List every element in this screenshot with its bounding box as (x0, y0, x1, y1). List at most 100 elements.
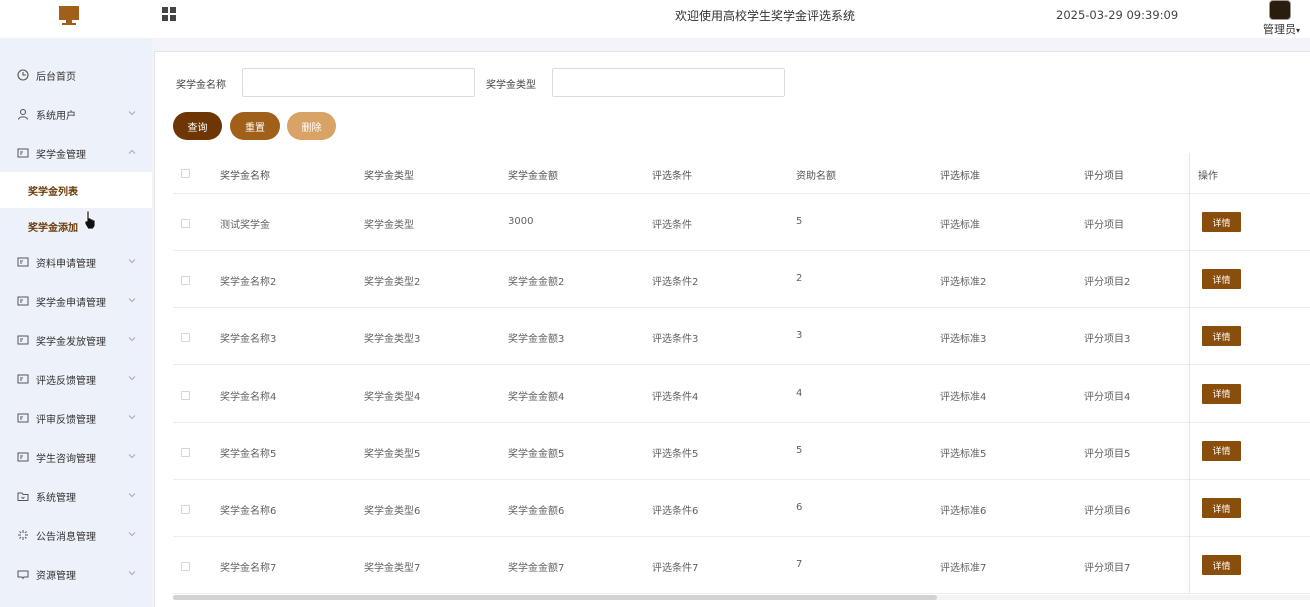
scholarship-name-input[interactable] (242, 68, 475, 97)
detail-button[interactable]: 详情 (1202, 498, 1241, 518)
row-divider (173, 307, 1310, 309)
sidebar-item[interactable]: 资料申请管理 (0, 245, 152, 279)
card-icon (17, 412, 29, 424)
table-cell: 奖学金类型5 (364, 448, 421, 460)
table-cell: 奖学金金额6 (508, 506, 565, 517)
card-icon (17, 295, 29, 307)
detail-button[interactable]: 详情 (1202, 326, 1241, 347)
table-cell: 奖学金金额2 (508, 277, 565, 289)
card-icon (17, 256, 29, 268)
scrollbar-thumb[interactable] (173, 595, 937, 600)
column-header: 奖学金名称 (220, 171, 270, 182)
sidebar-item-label: 公告消息管理 (36, 531, 96, 543)
system-title: 欢迎使用高校学生奖学金评选系统 (674, 9, 855, 23)
table-cell: 评选标准4 (940, 391, 987, 403)
sidebar-item[interactable]: 奖学金发放管理 (0, 323, 152, 357)
select-all-checkbox[interactable] (181, 169, 190, 178)
sidebar-item[interactable]: 评审反馈管理 (0, 401, 152, 435)
table-cell: 3 (796, 330, 803, 342)
user-name[interactable]: 管理员 (1263, 23, 1296, 36)
chevron-down-icon (128, 376, 136, 381)
sidebar-item[interactable]: 后台首页 (0, 58, 152, 92)
submenu-scholarship-add[interactable]: 奖学金添加 (0, 208, 152, 244)
table-cell: 评分项目 (1084, 220, 1124, 231)
sidebar-item-label: 学生咨询管理 (36, 453, 96, 465)
table-cell: 评选标准5 (940, 448, 987, 460)
folder-icon (17, 490, 29, 502)
monitor-logo-icon (59, 6, 79, 25)
table-cell: 评选标准 (940, 220, 980, 231)
sidebar-item[interactable]: 资源管理 (0, 557, 152, 591)
sidebar-item[interactable]: 系统用户 (0, 97, 152, 131)
column-header: 奖学金金额 (508, 171, 558, 182)
reset-button[interactable]: 重置 (230, 112, 280, 140)
column-header: 奖学金类型 (364, 171, 414, 182)
row-checkbox[interactable] (181, 562, 190, 572)
sidebar-item[interactable]: 奖学金管理 (0, 136, 152, 170)
horizontal-scrollbar[interactable] (173, 595, 1310, 600)
table-cell: 奖学金金额3 (508, 334, 565, 346)
row-checkbox[interactable] (181, 505, 190, 514)
row-divider (173, 421, 1310, 423)
chevron-down-icon (128, 111, 136, 116)
operation-column-divider (1189, 153, 1190, 593)
table-cell: 5 (796, 444, 803, 456)
chevron-down-icon (128, 298, 136, 303)
sidebar-item-label: 系统管理 (36, 492, 76, 504)
table-cell: 奖学金名称5 (220, 448, 277, 460)
scholarship-type-input[interactable] (552, 68, 785, 97)
row-checkbox[interactable] (181, 276, 190, 286)
user-avatar[interactable] (1269, 0, 1291, 20)
sidebar-item-label: 奖学金申请管理 (36, 297, 106, 309)
table-cell: 奖学金类型 (364, 220, 414, 231)
card-icon (17, 451, 29, 463)
delete-button[interactable]: 删除 (287, 112, 336, 140)
top-bar: 欢迎使用高校学生奖学金评选系统 2025-03-29 09:39:09 管理员▾ (0, 0, 1310, 38)
table-cell: 3000 (508, 216, 534, 227)
table-cell: 4 (796, 387, 803, 399)
table-cell: 奖学金金额7 (508, 563, 565, 575)
table-cell: 评分项目4 (1084, 391, 1131, 403)
inbox-icon (17, 568, 29, 580)
row-checkbox[interactable] (181, 333, 190, 343)
detail-button[interactable]: 详情 (1202, 269, 1241, 290)
chevron-down-icon (128, 337, 136, 342)
table-cell: 6 (796, 502, 803, 513)
card-icon (17, 373, 29, 385)
table-cell: 评分项目7 (1084, 563, 1131, 575)
table-cell: 评选条件3 (652, 334, 699, 346)
row-divider (173, 478, 1310, 480)
sidebar-item-label: 评审反馈管理 (36, 414, 96, 426)
card-icon (17, 334, 29, 346)
query-button[interactable]: 查询 (173, 112, 222, 140)
detail-button[interactable]: 详情 (1202, 212, 1241, 232)
row-checkbox[interactable] (181, 390, 190, 400)
table-cell: 奖学金名称2 (220, 277, 277, 289)
column-header: 资助名额 (796, 171, 836, 182)
table-cell: 5 (796, 216, 803, 227)
detail-button[interactable]: 详情 (1202, 555, 1241, 576)
sidebar-item-label: 评选反馈管理 (36, 375, 96, 387)
row-checkbox[interactable] (181, 219, 190, 228)
user-menu[interactable]: 管理员▾ (1263, 21, 1300, 37)
user-icon (17, 108, 29, 120)
table-cell: 评分项目3 (1084, 334, 1131, 346)
sidebar-item[interactable]: 公告消息管理 (0, 518, 152, 552)
sidebar-item[interactable]: 奖学金申请管理 (0, 284, 152, 318)
sidebar: 后台首页系统用户奖学金管理资料申请管理奖学金申请管理奖学金发放管理评选反馈管理评… (0, 38, 152, 607)
sidebar-item[interactable]: 学生咨询管理 (0, 440, 152, 474)
row-checkbox[interactable] (181, 447, 190, 457)
sidebar-item-label: 后台首页 (36, 71, 76, 83)
table-cell: 测试奖学金 (220, 220, 270, 231)
sidebar-item[interactable]: 评选反馈管理 (0, 362, 152, 396)
table-cell: 2 (796, 273, 803, 285)
detail-button[interactable]: 详情 (1202, 440, 1241, 461)
grid-menu-icon[interactable] (162, 7, 176, 21)
table-cell: 奖学金名称3 (220, 334, 277, 346)
detail-button[interactable]: 详情 (1202, 383, 1241, 404)
row-divider (173, 364, 1310, 366)
table-cell: 评分项目5 (1084, 448, 1131, 460)
sidebar-item[interactable]: 系统管理 (0, 479, 152, 513)
submenu-scholarship-list[interactable]: 奖学金列表 (0, 172, 152, 208)
table-cell: 评选条件4 (652, 391, 699, 403)
